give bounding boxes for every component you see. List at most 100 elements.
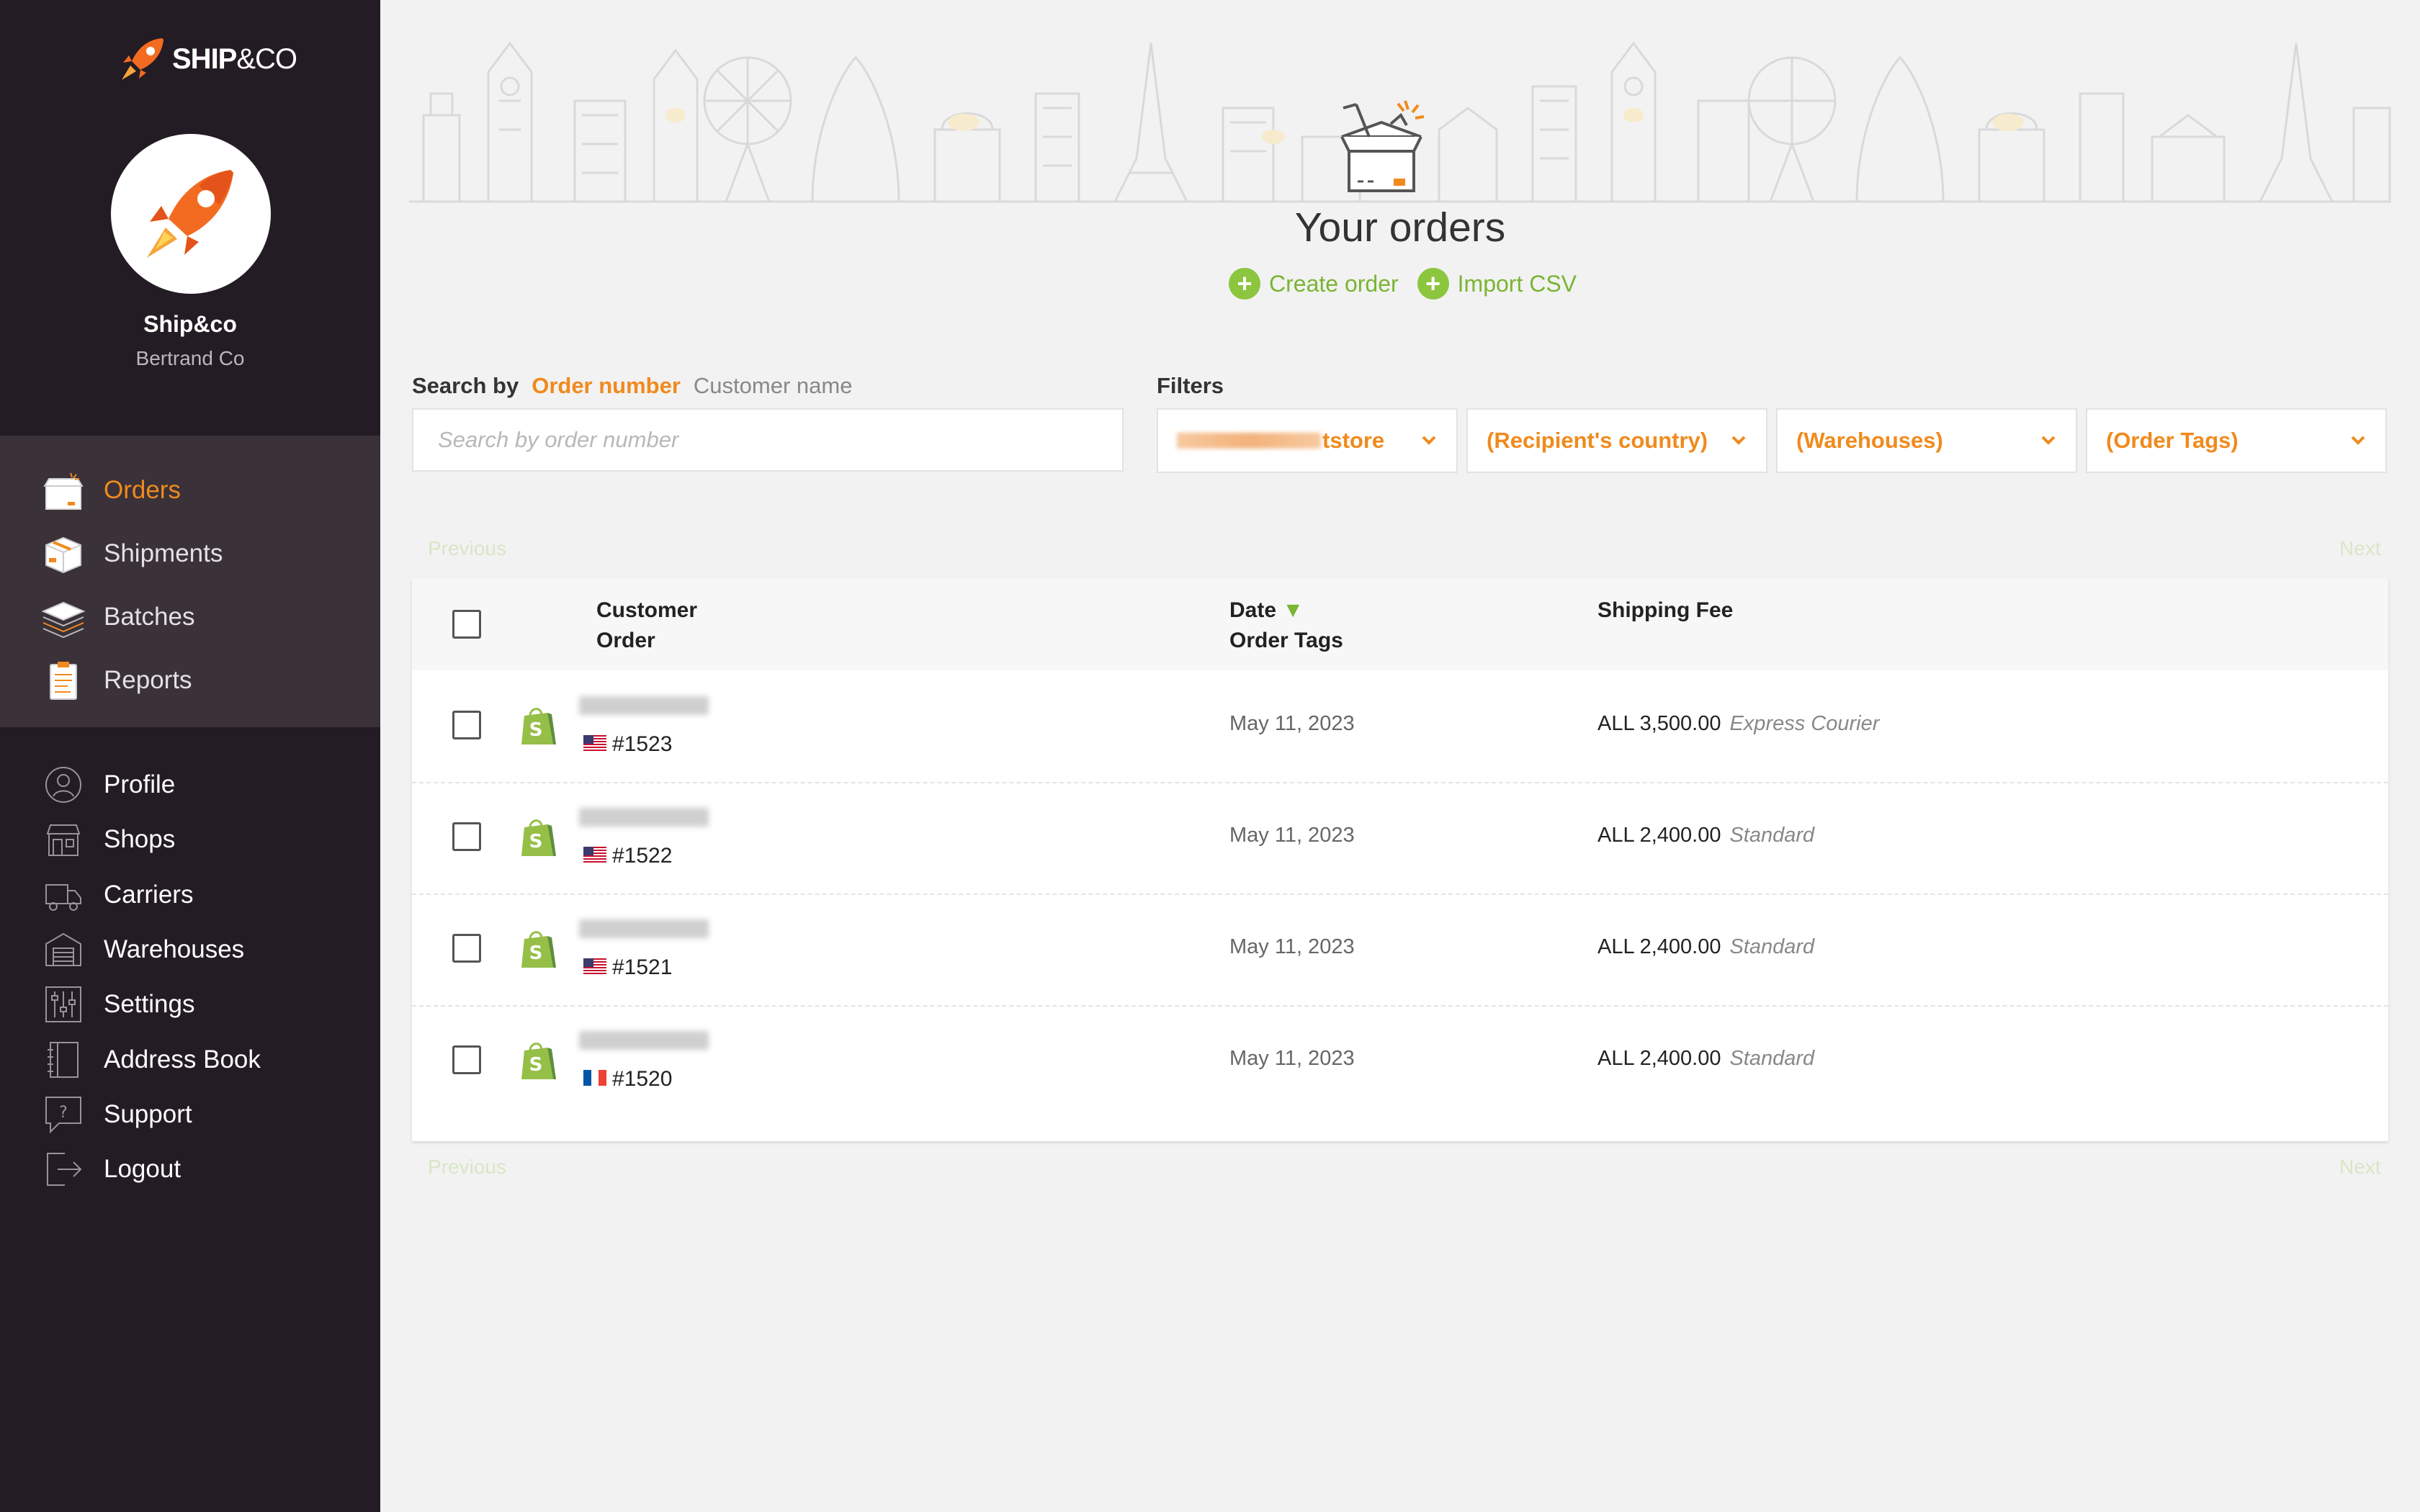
sidebar-item-label: Support — [104, 1100, 192, 1128]
country-filter-select[interactable]: (Recipient's country) — [1466, 408, 1767, 473]
page-title: Your orders — [1294, 204, 1506, 251]
search-by-label: Search by Order number Customer name — [412, 373, 852, 399]
table-row[interactable]: S #1523 May 11, 2023 ALL 3,500.00 Express… — [412, 670, 2388, 783]
sidebar-item-label: Batches — [104, 603, 195, 631]
shipping-fee-cell: ALL 2,400.00 Standard — [1597, 1047, 1814, 1071]
shopify-bag-icon: S — [519, 704, 557, 751]
next-page-link-top[interactable]: Next — [2339, 537, 2381, 560]
shipping-service: Standard — [1729, 1047, 1815, 1070]
sidebar-item-label: Settings — [104, 990, 195, 1018]
column-header-date[interactable]: Date ▼ Order Tags — [1229, 595, 1343, 656]
import-csv-button[interactable]: + Import CSV — [1417, 268, 1577, 300]
next-page-link-bottom[interactable]: Next — [2339, 1156, 2381, 1179]
sidebar-item-reports[interactable]: Reports — [0, 652, 380, 709]
empty-box-illustration — [1327, 94, 1435, 205]
sidebar-item-warehouses[interactable]: Warehouses — [0, 921, 380, 978]
orders-box-icon — [40, 467, 86, 513]
sliders-icon — [42, 983, 85, 1026]
chevron-down-icon — [1731, 436, 1746, 445]
row-checkbox[interactable] — [452, 711, 481, 739]
row-checkbox[interactable] — [452, 1045, 481, 1074]
batches-stack-icon — [40, 594, 86, 640]
shipping-fee-cell: ALL 3,500.00 Express Courier — [1597, 712, 1879, 736]
row-checkbox[interactable] — [452, 934, 481, 963]
orders-table: Customer Order Date ▼ Order Tags Shippin… — [412, 578, 2388, 1141]
sidebar-item-logout[interactable]: Logout — [0, 1140, 380, 1198]
warehouses-filter-select[interactable]: (Warehouses) — [1776, 408, 2077, 473]
user-icon — [42, 763, 85, 806]
previous-page-link-bottom[interactable]: Previous — [428, 1156, 506, 1179]
previous-page-link-top[interactable]: Previous — [428, 537, 506, 560]
create-order-button[interactable]: + Create order — [1229, 268, 1399, 300]
svg-text:S: S — [529, 831, 543, 852]
blurred-store-name — [1177, 433, 1321, 449]
create-order-label: Create order — [1269, 270, 1399, 297]
blurred-customer-name — [579, 808, 709, 827]
sidebar-item-label: Warehouses — [104, 935, 245, 963]
page-actions: + Create order + Import CSV — [1229, 268, 1577, 300]
sidebar-item-shipments[interactable]: Shipments — [0, 525, 380, 582]
shipandco-logo[interactable]: SHIP&CO — [119, 30, 297, 88]
store-filter-value: tstore — [1322, 428, 1385, 453]
sidebar-item-carriers[interactable]: Carriers — [0, 866, 380, 924]
order-number-link[interactable]: #1520 — [583, 1067, 672, 1092]
main-content: Your orders + Create order + Import CSV … — [380, 0, 2420, 1512]
store-icon — [42, 818, 85, 861]
sidebar-item-orders[interactable]: Orders — [0, 462, 380, 519]
rocket-logo-icon — [122, 38, 163, 80]
sidebar-item-label: Orders — [104, 476, 181, 504]
svg-text:S: S — [529, 942, 543, 964]
search-by-text: Search by — [412, 373, 519, 398]
shipment-box-icon — [40, 531, 86, 577]
warehouse-icon — [42, 928, 85, 971]
account-name: Ship&co — [143, 311, 237, 337]
sidebar: SHIP&CO Ship&co Bertrand Co Orders Shipm… — [0, 0, 380, 1512]
chevron-down-icon — [2351, 436, 2365, 445]
search-input[interactable] — [412, 408, 1124, 472]
store-filter-select[interactable]: tstore — [1157, 408, 1458, 473]
column-header-shipping-fee[interactable]: Shipping Fee — [1597, 595, 1733, 626]
search-option-customer-name[interactable]: Customer name — [694, 373, 853, 399]
shipping-service: Express Courier — [1729, 712, 1880, 735]
table-row[interactable]: S #1520 May 11, 2023 ALL 2,400.00 Standar… — [412, 1005, 2388, 1117]
shopify-bag-icon: S — [519, 1039, 557, 1086]
row-checkbox[interactable] — [452, 822, 481, 851]
table-header: Customer Order Date ▼ Order Tags Shippin… — [412, 578, 2388, 670]
sort-desc-icon: ▼ — [1282, 598, 1304, 622]
shipping-fee-amount: ALL 2,400.00 — [1597, 935, 1721, 958]
order-number: #1520 — [612, 1067, 673, 1091]
shipping-fee-amount: ALL 3,500.00 — [1597, 712, 1721, 735]
chevron-down-icon — [2041, 436, 2056, 445]
search-option-order-number[interactable]: Order number — [532, 373, 681, 399]
sidebar-item-shops[interactable]: Shops — [0, 811, 380, 868]
us-flag-icon — [583, 844, 606, 868]
sidebar-item-settings[interactable]: Settings — [0, 976, 380, 1033]
table-row[interactable]: S #1522 May 11, 2023 ALL 2,400.00 Standar… — [412, 782, 2388, 895]
tags-filter-select[interactable]: (Order Tags) — [2086, 408, 2387, 473]
tags-filter-value: (Order Tags) — [2106, 428, 2238, 453]
sidebar-item-label: Reports — [104, 666, 192, 694]
shipping-fee-cell: ALL 2,400.00 Standard — [1597, 935, 1814, 959]
account-avatar[interactable] — [111, 134, 271, 294]
sidebar-item-address-book[interactable]: Address Book — [0, 1031, 380, 1089]
column-header-customer[interactable]: Customer Order — [596, 595, 697, 656]
sidebar-item-label: Shops — [104, 825, 176, 853]
sidebar-item-profile[interactable]: Profile — [0, 756, 380, 814]
plus-circle-icon: + — [1417, 268, 1449, 300]
svg-text:S: S — [529, 719, 543, 741]
select-all-checkbox[interactable] — [452, 610, 481, 639]
order-number-link[interactable]: #1521 — [583, 955, 672, 980]
svg-text:S: S — [529, 1054, 543, 1076]
account-subtitle: Bertrand Co — [135, 347, 245, 369]
sidebar-item-support[interactable]: ? Support — [0, 1086, 380, 1143]
import-csv-label: Import CSV — [1457, 270, 1577, 297]
order-number: #1523 — [612, 732, 673, 756]
header-customer-label: Customer — [596, 598, 698, 622]
order-number-link[interactable]: #1523 — [583, 732, 672, 757]
order-number-link[interactable]: #1522 — [583, 844, 672, 868]
help-bubble-icon: ? — [42, 1093, 85, 1136]
table-row[interactable]: S #1521 May 11, 2023 ALL 2,400.00 Standar… — [412, 894, 2388, 1007]
order-date: May 11, 2023 — [1229, 824, 1355, 847]
order-number: #1522 — [612, 844, 673, 868]
sidebar-item-batches[interactable]: Batches — [0, 588, 380, 646]
